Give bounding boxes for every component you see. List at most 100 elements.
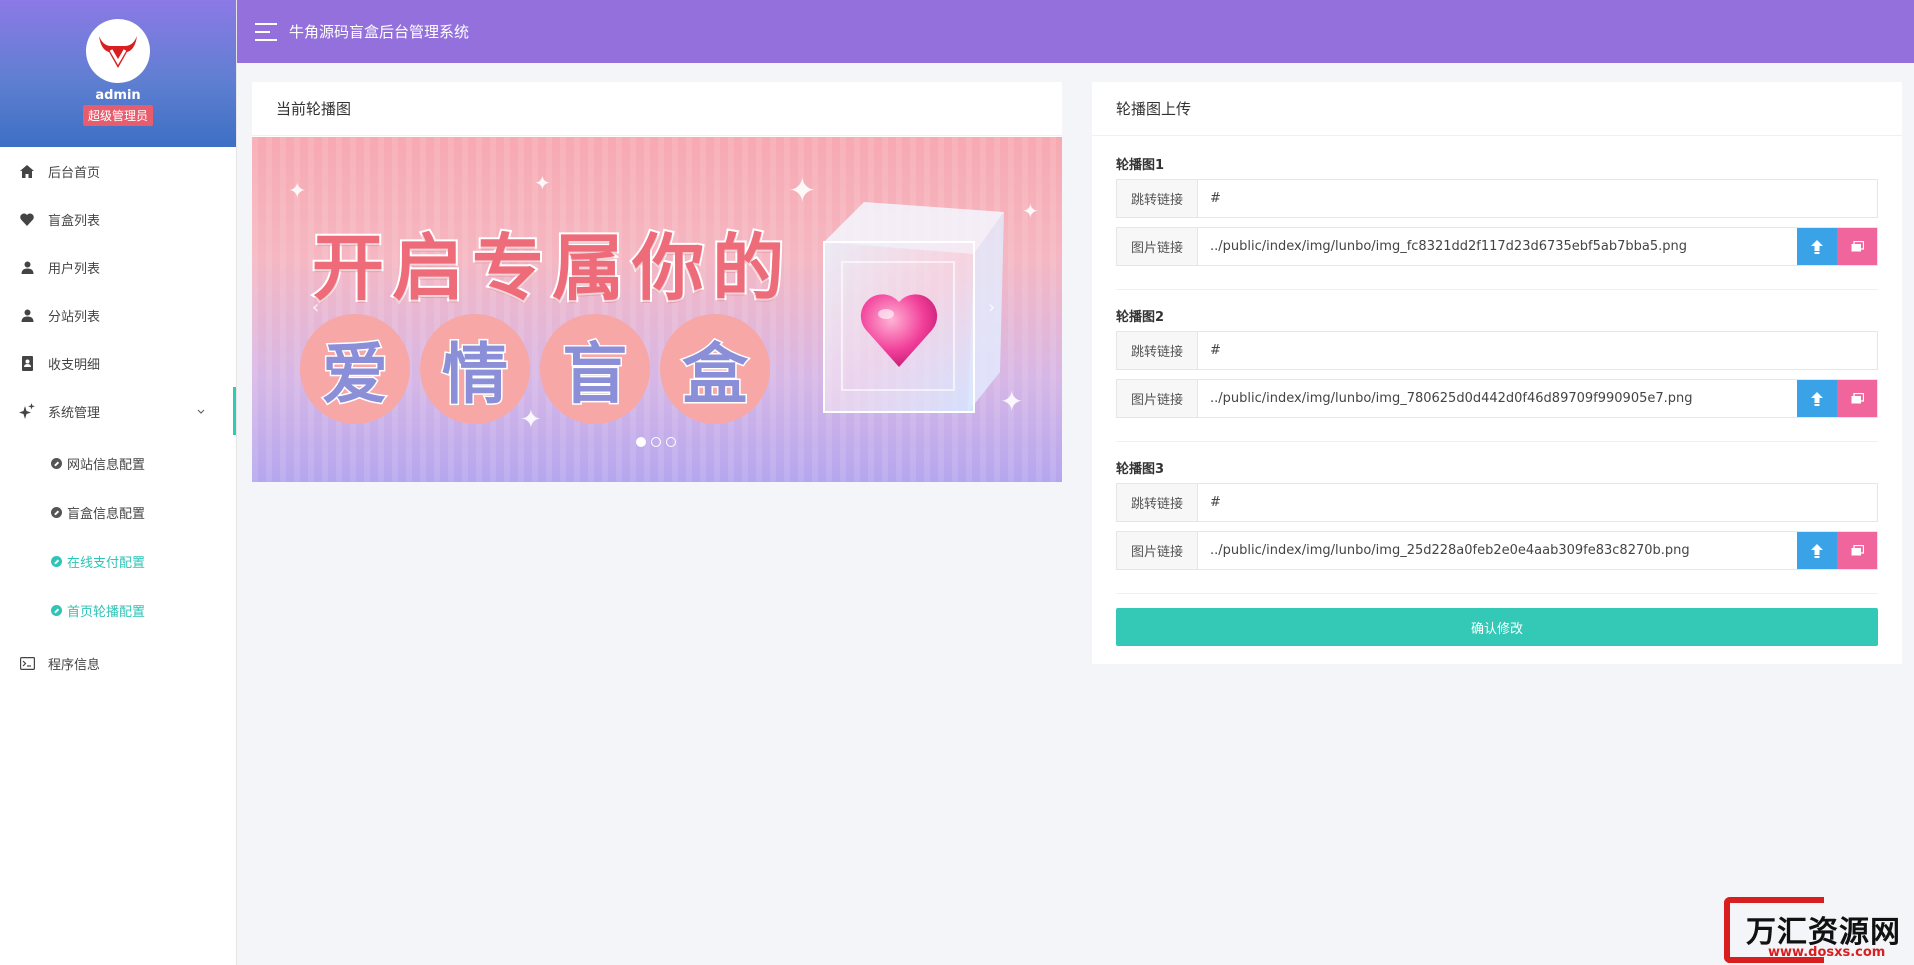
input-label: 图片链接 [1117, 380, 1198, 417]
group-title: 轮播图3 [1116, 462, 1165, 477]
sidebar-item-label: 分站列表 [48, 309, 101, 325]
sidebar-item-substation-list[interactable]: 分站列表 [0, 291, 236, 339]
sidebar-item-home[interactable]: 后台首页 [0, 147, 236, 195]
sidebar-subitem-label: 盲盒信息配置 [67, 507, 146, 522]
upload-icon [1811, 543, 1823, 558]
terminal-icon [18, 654, 36, 672]
sparkle-decoration-icon: ✦ [288, 179, 307, 204]
upload-form: 轮播图1 跳转链接 # 图片链接 ../public/index/img/lun… [1092, 136, 1902, 646]
input-label: 图片链接 [1117, 532, 1198, 569]
gallery-icon [1851, 393, 1864, 404]
link-input[interactable]: # [1198, 180, 1877, 217]
heart-icon [18, 210, 36, 228]
upload-icon [1811, 391, 1823, 406]
sparkle-decoration-icon: ✦ [1022, 199, 1039, 223]
sidebar-item-label: 后台首页 [48, 165, 101, 181]
upload-button[interactable] [1797, 228, 1837, 265]
input-label: 跳转链接 [1117, 332, 1198, 369]
username: admin [95, 88, 141, 103]
banner-subheadline: 爱 情 盲 盒 [300, 314, 770, 424]
sidebar-item-program-info[interactable]: 程序信息 [0, 639, 236, 687]
menu-toggle-icon[interactable] [255, 22, 277, 41]
home-icon [18, 162, 36, 180]
sidebar-subitem-site-config[interactable]: 网站信息配置 [0, 439, 236, 488]
sidebar: admin 超级管理员 后台首页 盲盒列表 用户列表 分站列表 收支明细 系统管… [0, 0, 237, 965]
carousel-group-1: 轮播图1 跳转链接 # 图片链接 ../public/index/img/lun… [1116, 154, 1878, 290]
sparkle-icon [18, 402, 36, 420]
bull-logo-icon [91, 24, 145, 78]
role-badge: 超级管理员 [82, 105, 153, 126]
sidebar-item-blindbox-list[interactable]: 盲盒列表 [0, 195, 236, 243]
group-title: 轮播图1 [1116, 158, 1165, 173]
upload-button[interactable] [1797, 380, 1837, 417]
carousel-dot[interactable] [666, 437, 676, 447]
glass-cube-heart-icon [823, 202, 1004, 413]
image-input-row: 图片链接 ../public/index/img/lunbo/img_25d22… [1116, 531, 1878, 570]
sidebar-item-user-list[interactable]: 用户列表 [0, 243, 236, 291]
image-url-input[interactable]: ../public/index/img/lunbo/img_780625d0d4… [1198, 380, 1797, 417]
link-input[interactable]: # [1198, 332, 1877, 369]
check-circle-icon [51, 556, 62, 567]
sidebar-item-label: 收支明细 [48, 357, 101, 373]
gallery-button[interactable] [1837, 380, 1877, 417]
input-label: 跳转链接 [1117, 180, 1198, 217]
image-input-row: 图片链接 ../public/index/img/lunbo/img_fc832… [1116, 227, 1878, 266]
gallery-icon [1851, 545, 1864, 556]
system-subnav: 网站信息配置 盲盒信息配置 在线支付配置 首页轮播配置 [0, 435, 236, 639]
user-icon [18, 306, 36, 324]
sidebar-item-ledger[interactable]: 收支明细 [0, 339, 236, 387]
upload-button[interactable] [1797, 532, 1837, 569]
input-label: 图片链接 [1117, 228, 1198, 265]
sparkle-decoration-icon: ✦ [534, 171, 551, 195]
watermark-url: www.dosxs.com [1768, 945, 1886, 960]
carousel-group-2: 轮播图2 跳转链接 # 图片链接 ../public/index/img/lun… [1116, 306, 1878, 442]
chevron-down-icon [197, 404, 205, 419]
top-header: 牛角源码盲盒后台管理系统 [237, 0, 1914, 63]
sidebar-nav: 后台首页 盲盒列表 用户列表 分站列表 收支明细 系统管理 [0, 147, 236, 435]
sidebar-subitem-label: 在线支付配置 [67, 556, 146, 571]
link-input-row: 跳转链接 # [1116, 483, 1878, 522]
app-title: 牛角源码盲盒后台管理系统 [289, 23, 470, 41]
gallery-button[interactable] [1837, 228, 1877, 265]
sidebar-subitem-payment-config[interactable]: 在线支付配置 [0, 537, 236, 586]
sidebar-item-label: 系统管理 [48, 405, 101, 421]
avatar[interactable] [86, 19, 150, 83]
check-circle-icon [51, 507, 62, 518]
panel-title: 当前轮播图 [252, 82, 1062, 136]
carousel-upload-panel: 轮播图上传 轮播图1 跳转链接 # 图片链接 ../public/index/i… [1092, 82, 1902, 664]
check-circle-icon [51, 458, 62, 469]
group-title: 轮播图2 [1116, 310, 1165, 325]
sidebar-profile: admin 超级管理员 [0, 0, 236, 147]
ledger-icon [18, 354, 36, 372]
gallery-button[interactable] [1837, 532, 1877, 569]
input-label: 跳转链接 [1117, 484, 1198, 521]
current-carousel-panel: 当前轮播图 ✦ ✦ ✦ ✦ ✦ ✦ 开 启 专 属 你 的 爱 情 盲 盒 ‹ … [252, 82, 1062, 482]
sidebar-item-label: 盲盒列表 [48, 213, 101, 229]
watermark-logo: 万汇资源网 www.dosxs.com [1724, 893, 1910, 965]
carousel-indicators [636, 437, 676, 447]
link-input-row: 跳转链接 # [1116, 179, 1878, 218]
confirm-submit-button[interactable]: 确认修改 [1116, 608, 1878, 646]
sidebar-subitem-label: 网站信息配置 [67, 458, 146, 473]
gallery-icon [1851, 241, 1864, 252]
sidebar-item-system[interactable]: 系统管理 [0, 387, 236, 435]
upload-icon [1811, 239, 1823, 254]
carousel-banner[interactable]: ✦ ✦ ✦ ✦ ✦ ✦ 开 启 专 属 你 的 爱 情 盲 盒 ‹ › [252, 137, 1062, 482]
carousel-group-3: 轮播图3 跳转链接 # 图片链接 ../public/index/img/lun… [1116, 458, 1878, 594]
sidebar-item-label: 程序信息 [48, 657, 101, 673]
carousel-dot[interactable] [636, 437, 646, 447]
carousel-dot[interactable] [651, 437, 661, 447]
user-icon [18, 258, 36, 276]
banner-headline: 开 启 专 属 你 的 [310, 224, 786, 312]
sidebar-subitem-carousel-config[interactable]: 首页轮播配置 [0, 586, 236, 635]
carousel-prev-button[interactable]: ‹ [312, 297, 319, 318]
image-url-input[interactable]: ../public/index/img/lunbo/img_fc8321dd2f… [1198, 228, 1797, 265]
image-url-input[interactable]: ../public/index/img/lunbo/img_25d228a0fe… [1198, 532, 1797, 569]
sidebar-nav-bottom: 程序信息 [0, 639, 236, 687]
check-circle-icon [51, 605, 62, 616]
sidebar-item-label: 用户列表 [48, 261, 101, 277]
link-input-row: 跳转链接 # [1116, 331, 1878, 370]
carousel-next-button[interactable]: › [988, 297, 995, 318]
sidebar-subitem-blindbox-config[interactable]: 盲盒信息配置 [0, 488, 236, 537]
link-input[interactable]: # [1198, 484, 1877, 521]
